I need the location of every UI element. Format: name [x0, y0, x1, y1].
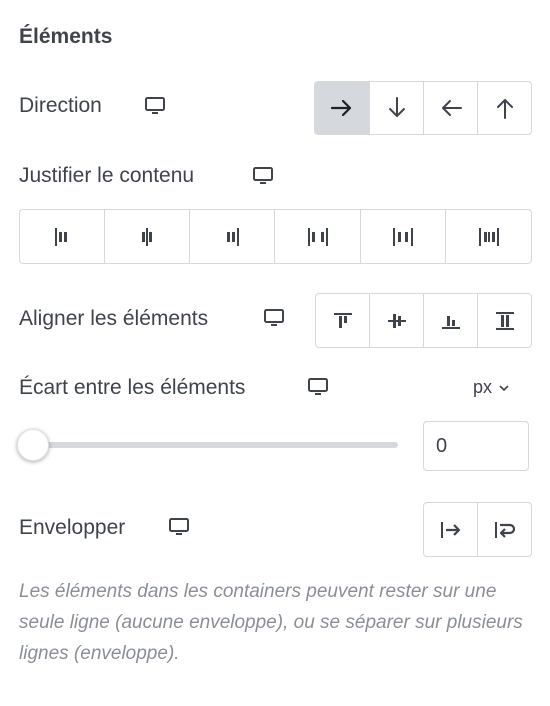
justify-space-between-button[interactable] [275, 210, 361, 263]
justify-space-evenly-button[interactable] [446, 210, 531, 263]
align-start-button[interactable] [316, 294, 370, 347]
justify-center-button[interactable] [105, 210, 190, 263]
desktop-icon[interactable] [168, 517, 190, 537]
arrow-up-icon [496, 99, 513, 119]
justify-end-button[interactable] [190, 210, 275, 263]
desktop-icon[interactable] [307, 377, 329, 397]
direction-row-button[interactable] [315, 82, 370, 134]
gap-slider-thumb[interactable] [17, 429, 49, 461]
direction-row-reverse-button[interactable] [424, 82, 478, 134]
wrap-button[interactable] [478, 503, 531, 556]
direction-label: Direction [19, 94, 102, 117]
justify-space-around-button[interactable] [361, 210, 446, 263]
direction-column-reverse-button[interactable] [478, 82, 531, 134]
wrap-icon [494, 521, 515, 538]
desktop-icon[interactable] [144, 96, 166, 116]
justify-space-around-icon [393, 227, 413, 246]
unit-label: px [473, 377, 493, 397]
chevron-down-icon [499, 385, 509, 391]
gap-label: Écart entre les éléments [19, 376, 246, 399]
justify-space-evenly-icon [478, 227, 499, 246]
align-center-button[interactable] [370, 294, 424, 347]
section-title: Éléments [19, 25, 113, 48]
arrow-down-icon [388, 97, 405, 117]
align-end-button[interactable] [424, 294, 478, 347]
align-end-icon [441, 315, 460, 329]
direction-column-button[interactable] [370, 82, 424, 134]
no-wrap-icon [440, 521, 460, 538]
justify-space-between-icon [307, 227, 328, 246]
justify-start-icon [55, 227, 67, 246]
wrap-label: Envelopper [19, 516, 126, 539]
desktop-icon[interactable] [252, 166, 274, 186]
justify-center-icon [142, 227, 152, 246]
align-label: Aligner les éléments [19, 307, 209, 330]
gap-value-input[interactable] [423, 421, 529, 471]
justify-control [19, 209, 532, 264]
align-center-icon [387, 313, 406, 328]
justify-label: Justifier le contenu [19, 164, 195, 187]
wrap-help-text: Les éléments dans les containers peuvent… [19, 581, 523, 664]
unit-selector[interactable]: px [473, 377, 510, 398]
desktop-icon[interactable] [263, 308, 285, 328]
no-wrap-button[interactable] [424, 503, 478, 556]
align-stretch-button[interactable] [478, 294, 531, 347]
justify-end-icon [227, 227, 239, 246]
arrow-left-icon [441, 100, 462, 116]
direction-control [314, 81, 532, 135]
justify-start-button[interactable] [20, 210, 105, 263]
align-stretch-icon [495, 311, 514, 330]
align-start-icon [333, 312, 352, 328]
align-control [315, 293, 532, 348]
gap-slider-track[interactable] [20, 442, 398, 448]
wrap-control [423, 502, 532, 557]
arrow-right-icon [330, 99, 352, 117]
